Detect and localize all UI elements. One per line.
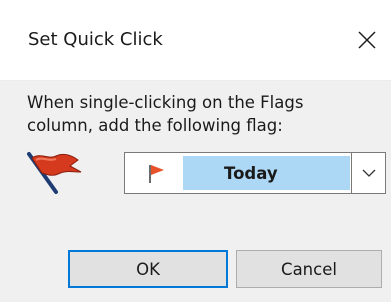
red-flag-icon xyxy=(149,165,164,183)
title-bar: Set Quick Click xyxy=(0,0,391,81)
flag-select-icon-cell xyxy=(128,156,183,190)
dialog-title: Set Quick Click xyxy=(28,29,163,50)
dropdown-arrow-button[interactable] xyxy=(351,153,385,193)
cancel-button[interactable]: Cancel xyxy=(236,250,382,288)
flag-select-dropdown[interactable]: Today xyxy=(124,152,386,194)
close-icon xyxy=(358,31,376,49)
set-quick-click-dialog: Set Quick Click When single-clicking on … xyxy=(0,0,391,302)
dialog-body: When single-clicking on the Flags column… xyxy=(0,81,391,302)
close-button[interactable] xyxy=(351,22,383,58)
ok-button[interactable]: OK xyxy=(68,250,228,288)
flag-select-value: Today xyxy=(224,164,278,183)
red-flag-icon xyxy=(27,152,82,194)
chevron-down-icon xyxy=(362,169,375,177)
instruction-text: When single-clicking on the Flags column… xyxy=(27,91,377,137)
instruction-line-2: column, add the following flag: xyxy=(27,116,283,135)
instruction-line-1: When single-clicking on the Flags xyxy=(27,93,304,112)
